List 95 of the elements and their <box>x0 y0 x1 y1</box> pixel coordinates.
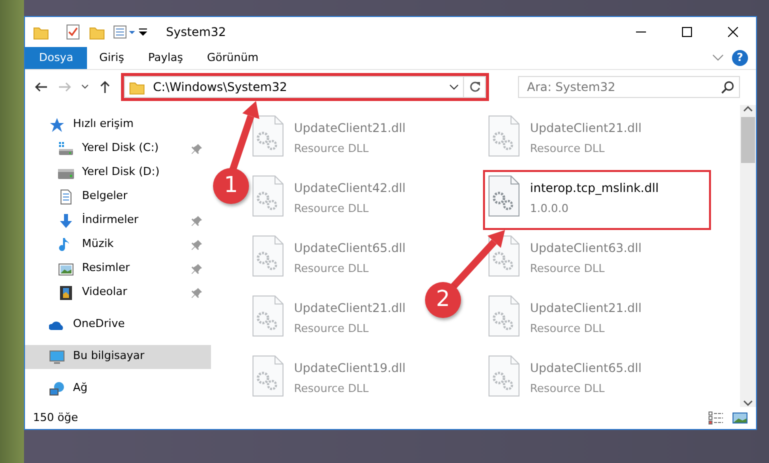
refresh-icon <box>468 81 480 94</box>
address-path: C:\Windows\System32 <box>153 79 288 96</box>
properties-icon[interactable] <box>65 24 81 40</box>
item-label: Resimler <box>82 260 131 276</box>
file-item[interactable]: UpdateClient21.dll Resource DLL <box>247 110 406 170</box>
file-detail: Resource DLL <box>294 140 370 157</box>
file-name: UpdateClient65.dll <box>530 360 642 377</box>
file-name: UpdateClient63.dll <box>530 240 642 257</box>
dropdown-caret-icon[interactable] <box>449 83 459 92</box>
drive-c-icon <box>58 140 74 157</box>
sidebar-item[interactable]: Ağ <box>25 376 211 401</box>
file-item[interactable]: interop.tcp_mslink.dll 1.0.0.0 <box>483 170 711 230</box>
document-icon <box>58 188 74 205</box>
dll-file-icon <box>252 294 284 337</box>
dll-file-icon <box>488 174 520 217</box>
file-item[interactable]: UpdateClient63.dll Resource DLL <box>483 230 642 290</box>
file-detail: Resource DLL <box>530 380 606 397</box>
file-name: interop.tcp_mslink.dll <box>530 180 659 197</box>
item-label: Belgeler <box>82 188 128 204</box>
item-label: İndirmeler <box>82 212 140 228</box>
ribbon-tab[interactable]: Dosya <box>25 47 88 69</box>
sidebar-item[interactable]: Hızlı erişim <box>25 112 211 137</box>
file-name: UpdateClient21.dll <box>530 120 642 137</box>
file-item[interactable]: UpdateClient19.dll Resource DLL <box>247 350 406 410</box>
help-icon[interactable]: ? <box>732 50 748 66</box>
item-label: Müzik <box>82 236 115 252</box>
network-icon <box>49 380 65 397</box>
file-detail: 1.0.0.0 <box>530 200 570 217</box>
item-label: Videolar <box>82 284 128 300</box>
scrollbar[interactable] <box>740 104 756 408</box>
file-detail: Resource DLL <box>294 260 370 277</box>
sidebar-item[interactable]: Videolar <box>25 280 211 305</box>
file-detail: Resource DLL <box>294 200 370 217</box>
file-name: UpdateClient65.dll <box>294 240 406 257</box>
pictures-icon <box>58 260 74 277</box>
item-label: OneDrive <box>73 316 126 332</box>
item-label: Yerel Disk (D:) <box>82 164 161 180</box>
dll-file-icon <box>488 354 520 397</box>
ribbon-tab[interactable]: Görünüm <box>195 47 270 69</box>
file-name: UpdateClient42.dll <box>294 180 406 197</box>
ribbon-tab[interactable]: Paylaş <box>136 47 195 69</box>
maximize-icon <box>682 27 692 37</box>
large-icons-view-icon[interactable] <box>732 411 748 426</box>
item-label: Bu bilgisayar <box>73 348 146 364</box>
dll-file-icon <box>488 294 520 337</box>
search-icon <box>721 80 735 94</box>
scrollbar-thumb[interactable] <box>741 116 755 163</box>
dll-file-icon <box>252 234 284 277</box>
dll-file-icon <box>488 234 520 277</box>
annotation-arrow <box>449 230 505 290</box>
file-name: UpdateClient21.dll <box>530 300 642 317</box>
sidebar-item[interactable]: Yerel Disk (C:) <box>25 136 211 161</box>
file-detail: Resource DLL <box>530 320 606 337</box>
computer-icon <box>49 348 65 365</box>
close-icon <box>728 27 738 37</box>
star-icon <box>49 116 65 133</box>
file-detail: Resource DLL <box>294 320 370 337</box>
scroll-down-icon[interactable] <box>743 399 753 408</box>
file-item[interactable]: UpdateClient21.dll Resource DLL <box>247 290 406 350</box>
sidebar-item[interactable]: Yerel Disk (D:) <box>25 160 211 185</box>
file-name: UpdateClient21.dll <box>294 300 406 317</box>
item-label: Yerel Disk (C:) <box>82 140 160 156</box>
item-count: 150 öğe <box>33 410 79 426</box>
dll-file-icon <box>252 114 284 157</box>
file-item[interactable]: UpdateClient21.dll Resource DLL <box>483 290 642 350</box>
file-item[interactable]: UpdateClient21.dll Resource DLL <box>483 110 642 170</box>
details-view-icon[interactable] <box>708 411 724 426</box>
ribbon-tab[interactable]: Giriş <box>87 47 136 69</box>
file-detail: Resource DLL <box>294 380 370 397</box>
sidebar-item[interactable]: Bu bilgisayar <box>25 344 211 369</box>
search-box[interactable]: Ara: System32 <box>518 76 740 98</box>
refresh-button[interactable] <box>464 76 486 98</box>
dll-file-icon <box>252 174 284 217</box>
sidebar-item[interactable]: Belgeler <box>25 184 211 209</box>
sidebar-item[interactable]: Müzik <box>25 232 211 257</box>
scroll-up-icon[interactable] <box>743 104 753 113</box>
item-label: Hızlı erişim <box>73 116 135 132</box>
video-icon <box>58 284 74 301</box>
sidebar-item[interactable]: OneDrive <box>25 312 211 337</box>
sidebar-item[interactable]: İndirmeler <box>25 208 211 233</box>
file-name: UpdateClient21.dll <box>294 120 406 137</box>
file-detail: Resource DLL <box>530 140 606 157</box>
download-icon <box>58 212 74 229</box>
file-name: UpdateClient19.dll <box>294 360 406 377</box>
dll-file-icon <box>252 354 284 397</box>
file-detail: Resource DLL <box>530 260 606 277</box>
sidebar-item[interactable]: Resimler <box>25 256 211 281</box>
address-bar[interactable]: C:\Windows\System32 <box>124 76 464 98</box>
file-item[interactable]: UpdateClient42.dll Resource DLL <box>247 170 406 230</box>
window-title: System32 <box>166 24 226 41</box>
file-item[interactable]: UpdateClient65.dll Resource DLL <box>247 230 406 290</box>
item-label: Ağ <box>73 380 89 396</box>
file-item[interactable]: UpdateClient65.dll Resource DLL <box>483 350 642 410</box>
dll-file-icon <box>488 114 520 157</box>
expand-ribbon-icon[interactable] <box>712 53 724 63</box>
